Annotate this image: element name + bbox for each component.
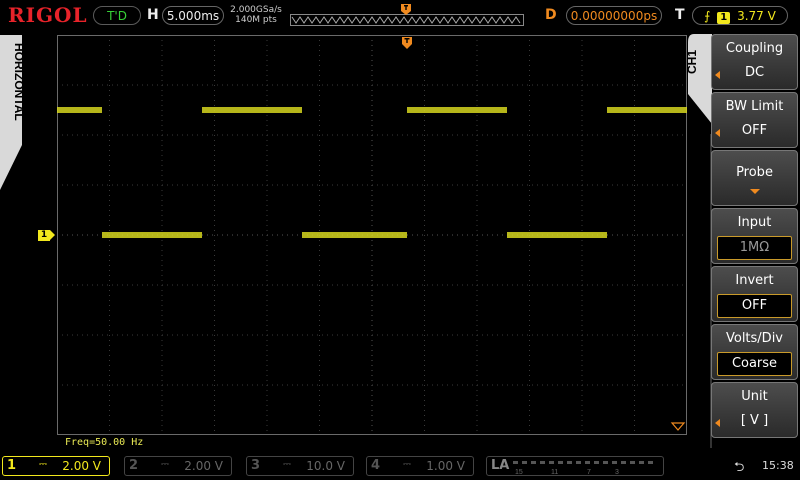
invert-menu-item[interactable]: Invert OFF (711, 266, 798, 322)
delay-label: D (545, 7, 557, 23)
ch1-coupling-icon: ⎓ (39, 459, 47, 470)
bw-limit-value: OFF (741, 123, 768, 138)
la-channel-dot (576, 461, 581, 464)
channel-menu: Coupling DC BW Limit OFF Probe Input 1MΩ… (711, 34, 798, 448)
ch4-coupling-icon: ⎓ (403, 459, 411, 470)
la-channel-dot (621, 461, 626, 464)
ch3-scale: 10.0 V (306, 459, 345, 473)
horizontal-label: H (147, 7, 159, 23)
trigger-settings[interactable]: ⨍ 1 3.77 V (692, 6, 788, 25)
rising-edge-icon: ⨍ (704, 9, 711, 23)
ch1-status[interactable]: 1 ⎓ 2.00 V (2, 456, 110, 476)
bw-limit-menu-item[interactable]: BW Limit OFF (711, 92, 798, 148)
la-channel-dot (612, 461, 617, 464)
ch1-marker-arrow-icon (50, 230, 55, 240)
frequency-readout: Freq=50.00 Hz (65, 437, 144, 448)
input-title: Input (737, 215, 772, 230)
ch2-number: 2 (129, 458, 139, 473)
coupling-menu-item[interactable]: Coupling DC (711, 34, 798, 90)
la-digit-11: 11 (551, 469, 558, 475)
clock-time: 15:38 (762, 459, 794, 472)
coupling-value: DC (744, 65, 765, 80)
probe-menu-item[interactable]: Probe (711, 150, 798, 206)
horizontal-tab-label: HORIZONTAL (12, 43, 22, 121)
la-channel-map: 15 11 7 3 (513, 461, 653, 475)
ch2-scale: 2.00 V (184, 459, 223, 473)
volts-div-menu-item[interactable]: Volts/Div Coarse (711, 324, 798, 380)
memory-overview (290, 4, 524, 26)
la-channel-dot (567, 461, 572, 464)
horizontal-menu-tab[interactable]: HORIZONTAL (0, 35, 22, 195)
trigger-status-badge: T'D (93, 6, 141, 25)
la-channel-dot (585, 461, 590, 464)
la-digit-3: 3 (615, 469, 619, 475)
probe-title: Probe (736, 165, 773, 180)
top-status-bar: RIGOL T'D H 5.000ms 2.000GSa/s 140M pts … (0, 0, 800, 32)
volts-div-value: Coarse (717, 352, 792, 376)
unit-title: Unit (741, 389, 768, 404)
sample-rate: 2.000GSa/s (230, 5, 282, 15)
waveform-low-segment (507, 232, 607, 238)
la-channel-dot (630, 461, 635, 464)
la-channel-dot (558, 461, 563, 464)
la-digit-7: 7 (587, 469, 591, 475)
ch1-number: 1 (7, 458, 17, 473)
memory-depth: 140M pts (235, 15, 277, 25)
la-channel-dot (603, 461, 608, 464)
ch3-coupling-icon: ⎓ (283, 459, 291, 470)
unit-value: [ V ] (740, 413, 769, 428)
unit-menu-item[interactable]: Unit [ V ] (711, 382, 798, 438)
waveform-high-segment (202, 107, 302, 113)
la-channel-dot (540, 461, 545, 464)
ch1-menu-tab[interactable]: CH1 (688, 34, 712, 448)
ch4-number: 4 (371, 458, 381, 473)
trigger-position-icon (401, 4, 411, 15)
ch2-coupling-icon: ⎓ (161, 459, 169, 470)
waveform-high-segment (607, 107, 687, 113)
ch4-status[interactable]: 4 ⎓ 1.00 V (366, 456, 474, 476)
waveform-display[interactable] (57, 35, 687, 435)
la-digit-15: 15 (515, 469, 523, 475)
la-channel-dot (531, 461, 536, 464)
la-channel-dot (549, 461, 554, 464)
la-channel-dot (648, 461, 653, 464)
la-channel-dot (639, 461, 644, 464)
delay-value[interactable]: 0.00000000ps (566, 6, 662, 25)
trigger-level: 3.77 V (737, 9, 776, 23)
la-status[interactable]: LA 15 11 7 3 (486, 456, 664, 476)
trigger-source-badge: 1 (717, 12, 731, 24)
ch1-offset-marker[interactable]: 1 (38, 230, 50, 241)
ch1-scale: 2.00 V (62, 459, 101, 473)
invert-value: OFF (717, 294, 792, 318)
la-channel-dot (522, 461, 527, 464)
invert-title: Invert (735, 273, 774, 288)
volts-div-title: Volts/Div (725, 331, 783, 346)
ch1-tab-label: CH1 (688, 50, 699, 74)
timebase-value[interactable]: 5.000ms (162, 6, 224, 25)
waveform-high-segment (407, 107, 507, 113)
waveform-low-segment (302, 232, 407, 238)
la-label: LA (491, 458, 510, 473)
input-menu-item[interactable]: Input 1MΩ (711, 208, 798, 264)
waveform-low-segment (102, 232, 202, 238)
trigger-label: T (675, 7, 685, 23)
bw-limit-title: BW Limit (725, 99, 784, 114)
ch3-status[interactable]: 3 ⎓ 10.0 V (246, 456, 354, 476)
waveform-high-segment (57, 107, 102, 113)
input-value: 1MΩ (717, 236, 792, 260)
usb-icon: ⮌ (734, 460, 745, 475)
probe-submenu-arrow-icon (750, 189, 760, 194)
la-channel-dot (513, 461, 518, 464)
bottom-channel-bar: 1 ⎓ 2.00 V 2 ⎓ 2.00 V 3 ⎓ 10.0 V 4 ⎓ 1.0… (0, 452, 800, 480)
ch3-number: 3 (251, 458, 261, 473)
ch4-scale: 1.00 V (426, 459, 465, 473)
coupling-title: Coupling (725, 41, 784, 56)
la-channel-dot (594, 461, 599, 464)
brand-logo: RIGOL (8, 3, 88, 27)
ch2-status[interactable]: 2 ⎓ 2.00 V (124, 456, 232, 476)
